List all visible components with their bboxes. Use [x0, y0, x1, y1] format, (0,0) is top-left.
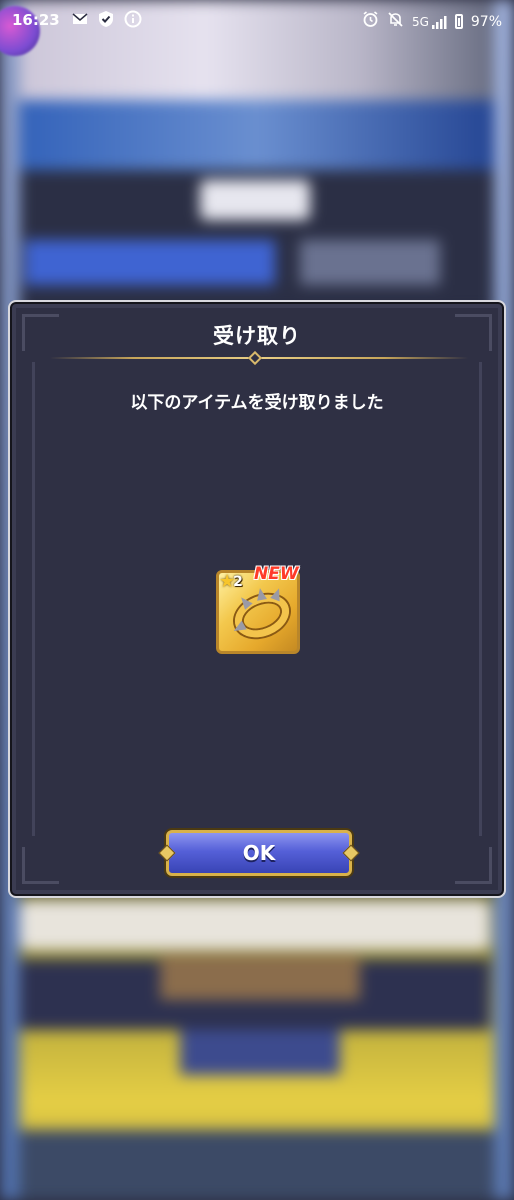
rarity-value: 2	[233, 574, 243, 590]
ring-spike-icon	[255, 587, 267, 601]
signal-5g-icon: 5G	[412, 15, 447, 29]
battery-percent: 97%	[470, 13, 502, 30]
rarity-badge: ★ 2	[219, 573, 243, 591]
status-time: 16:23	[12, 11, 60, 29]
network-label: 5G	[411, 14, 429, 29]
button-cap-ornament	[158, 844, 176, 862]
status-bar: 16:23 5G 97%	[0, 0, 514, 40]
alarm-icon	[362, 11, 379, 32]
received-item[interactable]: ★ 2 NEW	[216, 564, 300, 654]
divider-gem-icon	[247, 350, 263, 366]
mail-notification-icon	[70, 9, 90, 29]
info-icon	[123, 9, 143, 29]
frame-side-line	[32, 362, 35, 836]
bell-off-icon	[387, 11, 404, 32]
receive-dialog: 受け取り 以下のアイテムを受け取りました ★ 2 NEW OK	[8, 300, 506, 898]
dialog-message: 以下のアイテムを受け取りました	[130, 393, 384, 413]
new-badge: NEW	[254, 564, 299, 584]
ok-button-label: OK	[242, 841, 276, 865]
frame-side-line	[479, 362, 482, 836]
battery-icon	[454, 14, 463, 29]
dialog-title: 受け取り	[213, 324, 301, 348]
ok-button[interactable]: OK	[158, 830, 360, 876]
button-cap-ornament	[342, 844, 360, 862]
frame-corner-ornament	[455, 847, 492, 884]
shield-check-icon	[96, 9, 116, 29]
frame-corner-ornament	[22, 847, 59, 884]
